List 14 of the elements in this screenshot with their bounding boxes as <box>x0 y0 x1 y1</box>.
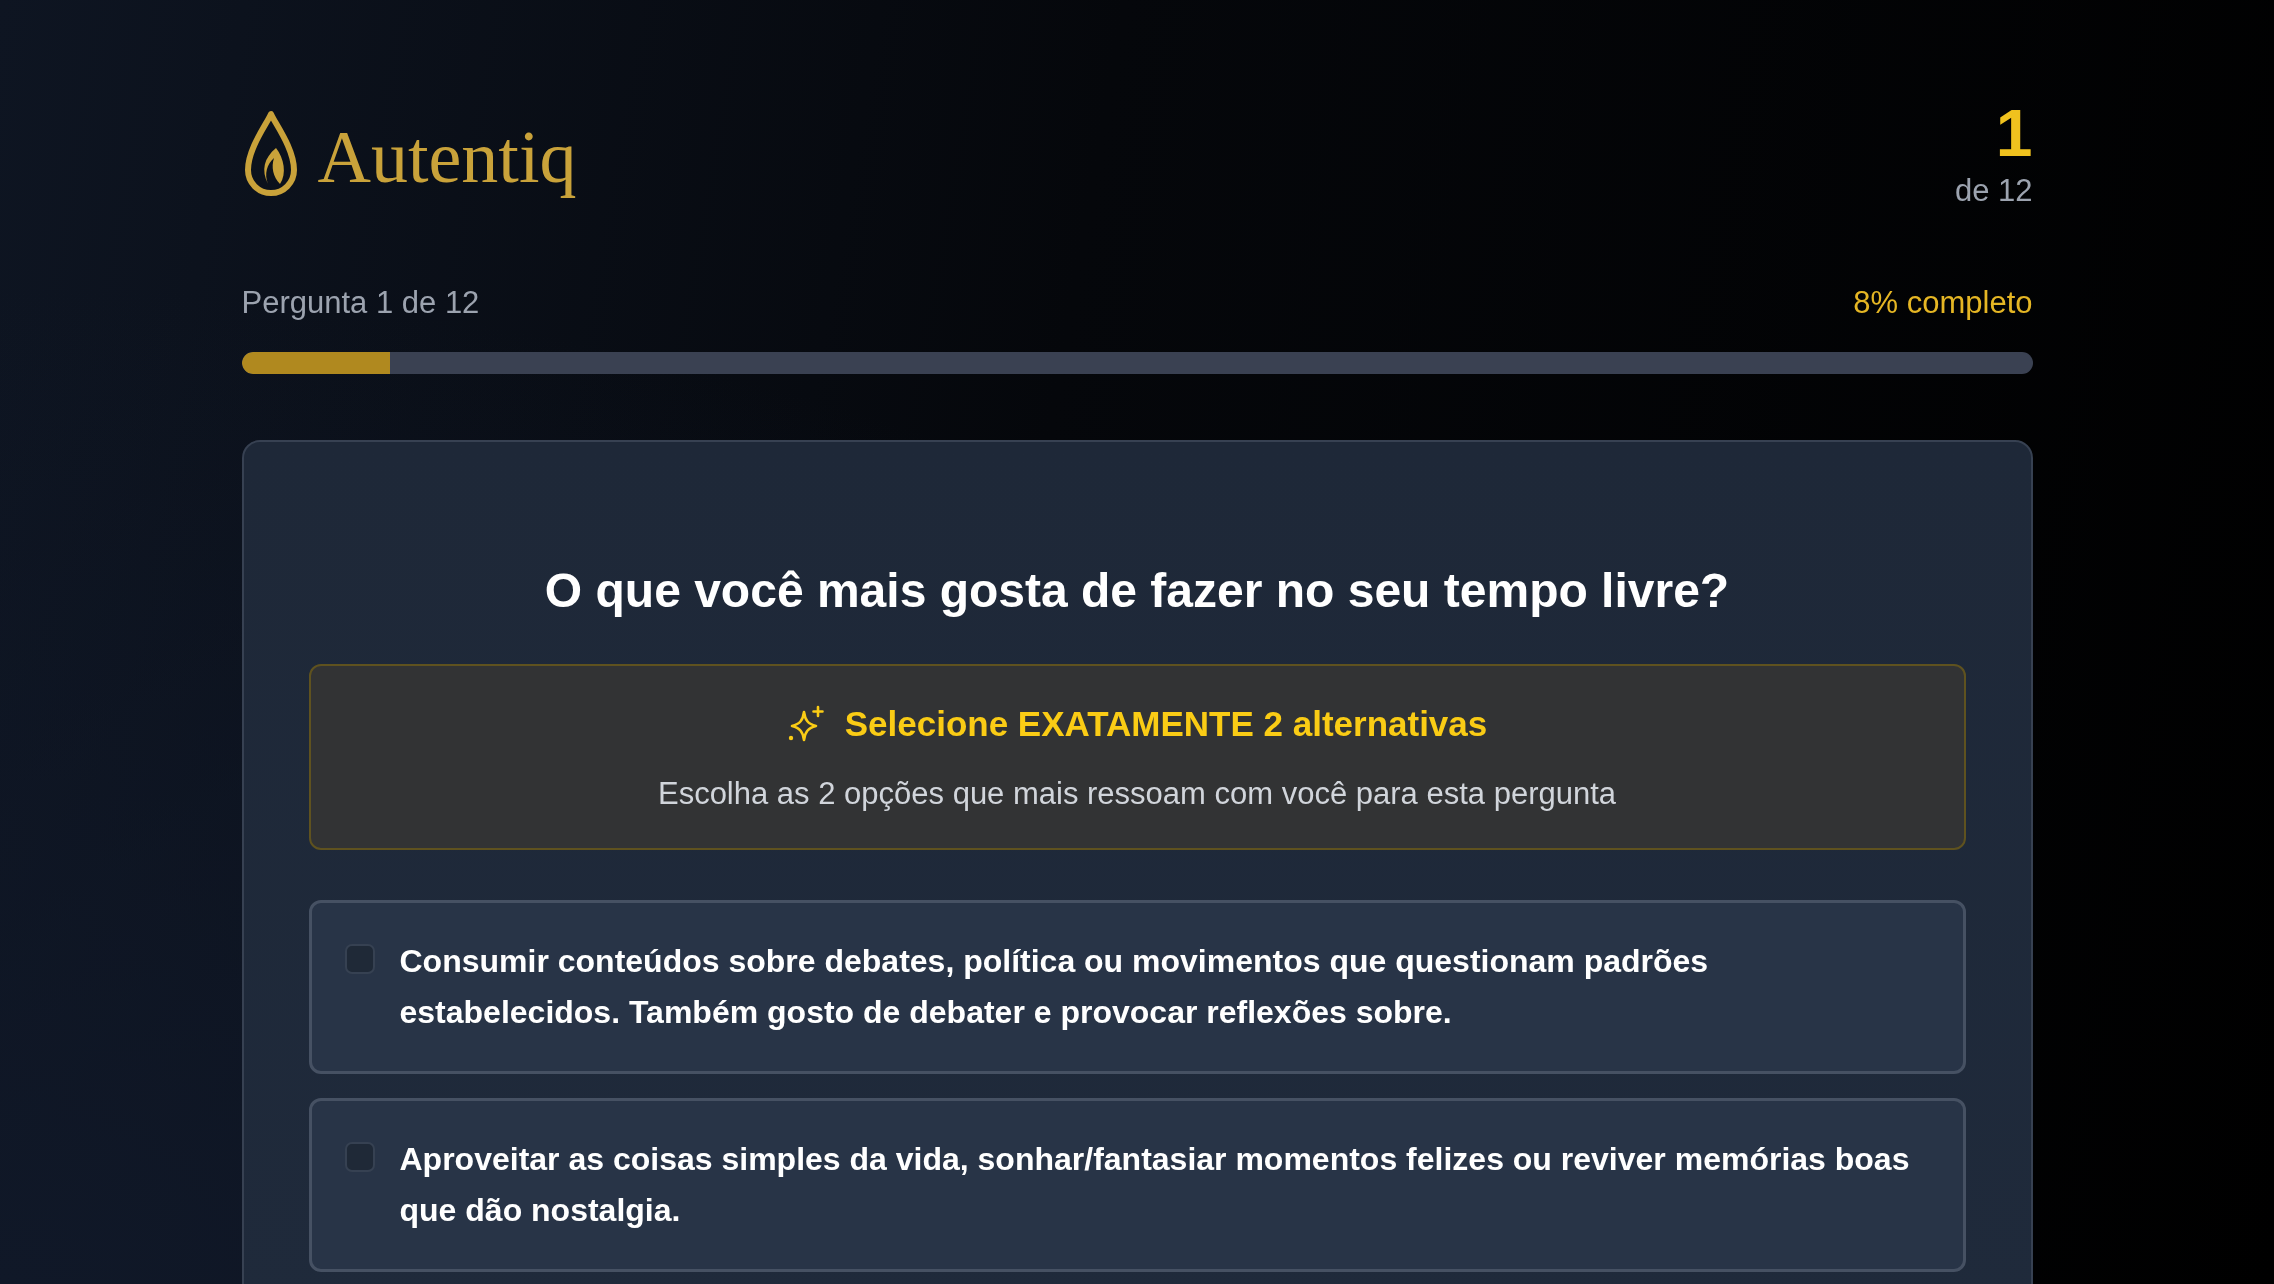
question-total: de 12 <box>1954 172 2033 210</box>
progress-percent: 8% completo <box>1853 284 2033 322</box>
answer-option[interactable]: Consumir conteúdos sobre debates, política ou movimentos que questionam padrões estabelecidos. Também gosto de debater e provocar reflexões sobre. <box>308 900 1966 1074</box>
instruction-text: Escolha as 2 opções que mais ressoam com você para esta pergunta <box>656 775 1618 813</box>
question-title: O que você mais gosta de fazer no seu tempo livre? <box>543 563 1731 618</box>
option-text: Consumir conteúdos sobre debates, política ou movimentos que questionam padrões estabelecidos. Também gosto de debater e provocar reflexões sobre. <box>399 942 1710 1032</box>
sparkle-icon <box>786 705 825 743</box>
question-number: 1 <box>1995 100 2033 166</box>
checkbox[interactable] <box>344 944 375 974</box>
checkbox[interactable] <box>344 1142 375 1172</box>
option-text: Aproveitar as coisas simples da vida, sonhar/fantasiar momentos felizes ou reviver memórias boas que dão nostalgia. <box>399 1140 1911 1230</box>
answer-option[interactable]: Aproveitar as coisas simples da vida, sonhar/fantasiar momentos felizes ou reviver memórias boas que dão nostalgia. <box>308 1098 1966 1272</box>
progress-label: Pergunta 1 de 12 <box>241 284 480 322</box>
instruction-title: Selecione EXATAMENTE 2 alternativas <box>844 703 1488 745</box>
